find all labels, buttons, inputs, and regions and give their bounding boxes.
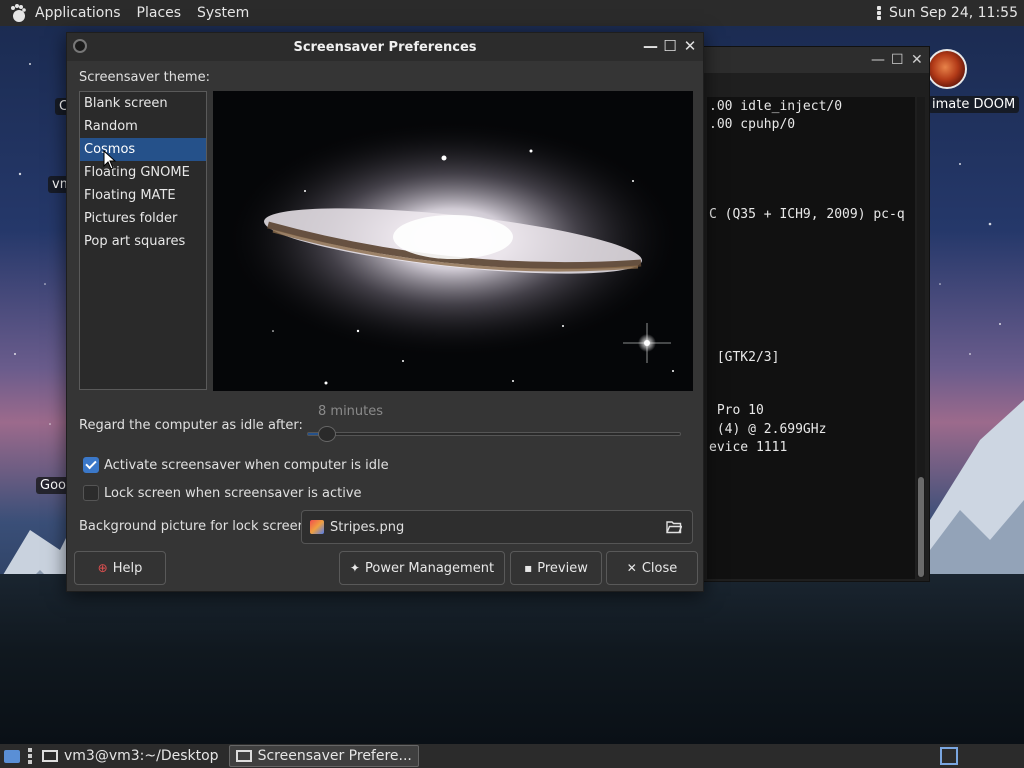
theme-item-cosmos[interactable]: Cosmos (80, 138, 206, 161)
terminal-line: C (Q35 + ICH9, 2009) pc-q (709, 207, 905, 222)
theme-item-floating-gnome[interactable]: Floating GNOME (80, 161, 206, 184)
bg-file-chooser[interactable]: Stripes.png (301, 510, 693, 544)
lock-label[interactable]: Lock screen when screensaver is active (104, 486, 362, 501)
clock[interactable]: Sun Sep 24, 11:55 (889, 5, 1018, 21)
activate-row[interactable]: Activate screensaver when computer is id… (83, 457, 389, 473)
power-icon: ✦ (349, 561, 360, 575)
task-screensaver[interactable]: Screensaver Prefere... (228, 745, 419, 767)
show-desktop-icon[interactable] (2, 746, 22, 766)
idle-slider-knob[interactable] (317, 426, 336, 442)
image-file-icon (310, 520, 324, 534)
terminal-scroll-thumb[interactable] (918, 477, 924, 577)
screensaver-preview (213, 91, 693, 391)
menu-places[interactable]: Places (137, 5, 182, 21)
terminal-line: .00 cpuhp/0 (709, 117, 796, 132)
close-button[interactable]: ✕ Close (606, 551, 698, 585)
panel-handle-icon[interactable] (28, 748, 32, 764)
idle-label: Regard the computer as idle after: (79, 418, 303, 433)
terminal-window[interactable]: — ☐ ✕ .00 idle_inject/0 .00 cpuhp/0 C (Q… (700, 46, 930, 582)
terminal-line: (4) @ 2.699GHz (709, 422, 827, 437)
doom-icon[interactable] (927, 49, 967, 89)
window-icon (42, 750, 58, 762)
menu-applications[interactable]: Applications (35, 5, 121, 21)
gnome-foot-icon[interactable] (8, 3, 28, 23)
dialog-app-icon (73, 39, 87, 53)
panel-kebab-icon[interactable] (875, 4, 883, 22)
maximize-icon[interactable]: ☐ (663, 37, 677, 55)
task-terminal-label: vm3@vm3:~/Desktop (64, 748, 219, 764)
screensaver-dialog: Screensaver Preferences — ☐ ✕ Screensave… (66, 32, 704, 592)
workspace-switcher-icon[interactable] (940, 747, 958, 765)
terminal-output[interactable]: .00 idle_inject/0 .00 cpuhp/0 C (Q35 + I… (707, 97, 915, 579)
terminal-close-icon[interactable]: ✕ (911, 53, 923, 67)
close-icon[interactable]: ✕ (683, 37, 697, 55)
window-icon (235, 750, 252, 762)
bg-picture-label: Background picture for lock screen: (79, 519, 311, 534)
idle-value: 8 minutes (318, 404, 384, 419)
mouse-cursor-icon (103, 150, 117, 170)
theme-label: Screensaver theme: (79, 70, 210, 85)
terminal-line: .00 idle_inject/0 (709, 99, 843, 114)
preview-button[interactable]: ▪ Preview (510, 551, 602, 585)
terminal-maximize-icon[interactable]: ☐ (891, 53, 904, 67)
menu-system[interactable]: System (197, 5, 249, 21)
desktop-icon-label-doom[interactable]: imate DOOM (928, 96, 1020, 113)
preview-label: Preview (537, 560, 588, 576)
lock-row[interactable]: Lock screen when screensaver is active (83, 485, 362, 501)
folder-open-icon[interactable] (666, 520, 682, 534)
theme-item-pictures-folder[interactable]: Pictures folder (80, 207, 206, 230)
close-x-icon: ✕ (626, 561, 637, 575)
lock-checkbox[interactable] (83, 485, 99, 501)
power-management-button[interactable]: ✦ Power Management (339, 551, 505, 585)
terminal-scrollbar[interactable] (917, 97, 925, 577)
theme-item-floating-mate[interactable]: Floating MATE (80, 184, 206, 207)
task-screensaver-label: Screensaver Prefere... (257, 748, 412, 764)
terminal-line: [GTK2/3] (709, 350, 780, 365)
activate-label[interactable]: Activate screensaver when computer is id… (104, 458, 389, 473)
theme-item-blank-screen[interactable]: Blank screen (80, 92, 206, 115)
close-label: Close (641, 560, 678, 576)
desktop-forest (0, 574, 1024, 744)
top-panel: Applications Places System Sun Sep 24, 1… (0, 0, 1024, 26)
terminal-line: Pro 10 (709, 403, 764, 418)
dialog-title: Screensaver Preferences (293, 39, 477, 55)
minimize-icon[interactable]: — (643, 37, 658, 55)
bg-file-name: Stripes.png (330, 519, 405, 535)
idle-slider-track[interactable] (307, 432, 681, 436)
desktop-icon-label-goo[interactable]: Goo (36, 477, 70, 494)
theme-item-random[interactable]: Random (80, 115, 206, 138)
dialog-titlebar[interactable]: Screensaver Preferences — ☐ ✕ (67, 33, 703, 61)
task-terminal[interactable]: vm3@vm3:~/Desktop (36, 745, 225, 767)
bottom-panel: vm3@vm3:~/Desktop Screensaver Prefere... (0, 744, 1024, 768)
help-label: Help (112, 560, 143, 576)
help-icon: ⊕ (97, 561, 108, 575)
theme-list[interactable]: Blank screen Random Cosmos Floating GNOM… (79, 91, 207, 390)
terminal-titlebar[interactable]: — ☐ ✕ (701, 47, 929, 73)
help-button[interactable]: ⊕ Help (74, 551, 166, 585)
preview-icon: ▪ (524, 561, 533, 575)
theme-item-pop-art-squares[interactable]: Pop art squares (80, 230, 206, 253)
power-label: Power Management (364, 560, 495, 576)
terminal-minimize-icon[interactable]: — (871, 53, 885, 67)
terminal-line: evice 1111 (709, 440, 788, 455)
activate-checkbox[interactable] (83, 457, 99, 473)
